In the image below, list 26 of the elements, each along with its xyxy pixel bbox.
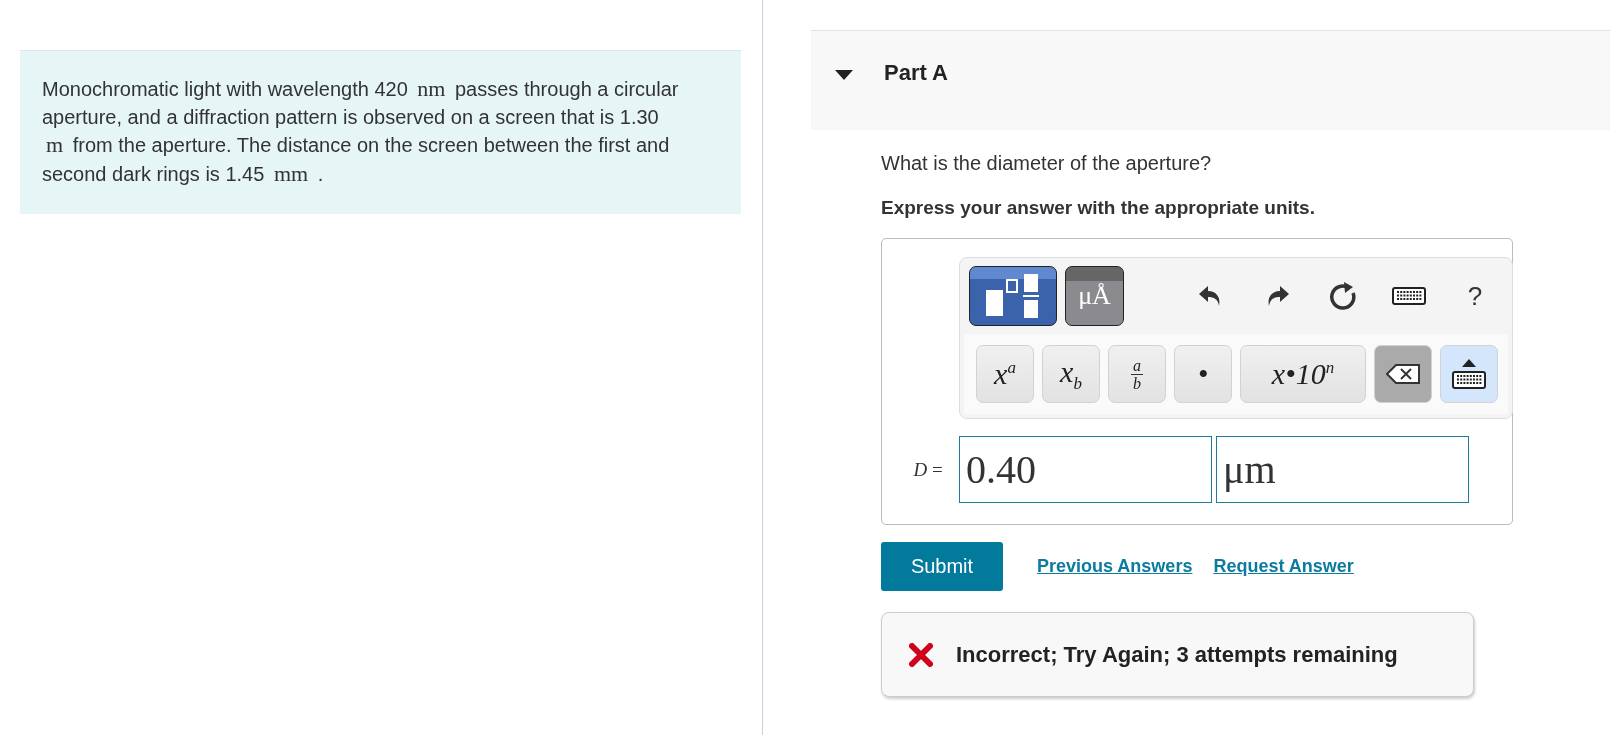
templates-tab[interactable] xyxy=(969,266,1057,326)
answer-link[interactable]: Request Answer xyxy=(1213,556,1354,577)
instruction-text: Express your answer with the appropriate units. xyxy=(881,196,1316,220)
help-button[interactable]: ? xyxy=(1442,274,1508,318)
collapse-triangle-icon[interactable] xyxy=(835,69,853,81)
question-text: What is the diameter of the aperture? xyxy=(881,151,1213,175)
problem-statement: Monochromatic light with wavelength 420 nm passes through a circular aperture, and a diffraction pattern is observed on a screen that is 1.30 m from the aperture. The distance on the screen between the first and second dark rings is 1.45 mm . xyxy=(20,50,741,214)
backspace-icon xyxy=(1386,364,1420,384)
value-field[interactable]: 0.40 xyxy=(959,436,1212,503)
unit-field[interactable]: μm xyxy=(1216,436,1469,503)
keyboard-icon xyxy=(1392,287,1426,305)
feedback-message: Incorrect; Try Again; 3 attempts remaining xyxy=(956,641,1398,668)
scientific-notation-key[interactable]: x•10$^{n}$ xyxy=(1240,345,1366,403)
variable-label: D = xyxy=(912,458,944,481)
math-key[interactable]: x$_{b}$ xyxy=(1042,345,1100,403)
keyboard-icon xyxy=(1452,371,1486,389)
keyboard-toggle-key[interactable] xyxy=(1440,345,1498,403)
math-key[interactable]: • xyxy=(1174,345,1232,403)
answer-link[interactable]: Previous Answers xyxy=(1037,556,1193,577)
fraction-key[interactable]: a b xyxy=(1108,345,1166,403)
backspace-key[interactable] xyxy=(1374,345,1432,403)
caret-up-icon xyxy=(1462,359,1476,367)
submit-button[interactable]: Submit xyxy=(881,542,1003,591)
reset-icon xyxy=(1329,281,1357,311)
part-title: Part A xyxy=(884,61,948,85)
math-key[interactable]: x$^{a}$ xyxy=(976,345,1034,403)
